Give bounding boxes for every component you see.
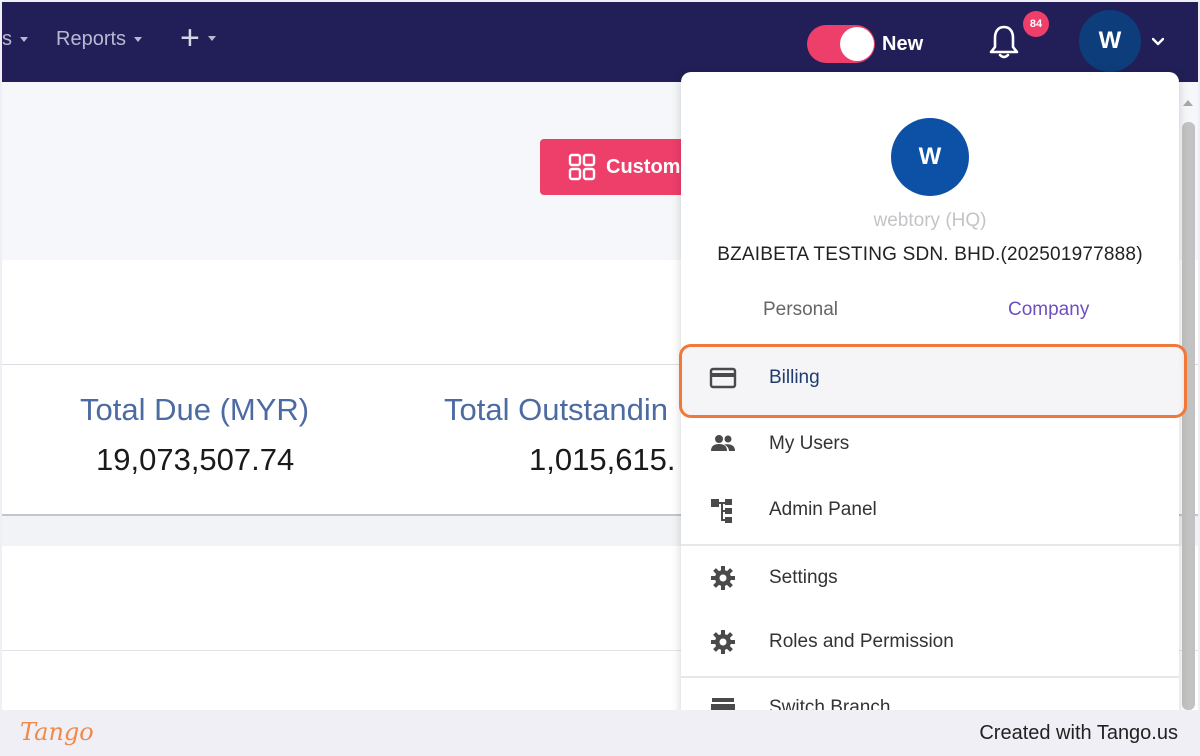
total-due-value: 19,073,507.74 bbox=[96, 442, 295, 477]
credit-card-icon bbox=[709, 367, 737, 389]
nav-item-partial-label: s bbox=[2, 28, 12, 50]
caret-down-icon bbox=[134, 37, 143, 42]
company-name: BZAIBETA TESTING SDN. BHD.(202501977888) bbox=[717, 244, 1143, 265]
gear-icon bbox=[711, 630, 735, 654]
toggle-knob bbox=[840, 27, 874, 61]
menu-item-billing[interactable]: Billing bbox=[681, 346, 1179, 410]
menu-item-label: Settings bbox=[769, 567, 838, 588]
dropdown-avatar: W bbox=[891, 118, 969, 196]
users-icon bbox=[711, 435, 735, 451]
menu-item-label: Switch Branch bbox=[769, 697, 891, 710]
plus-icon: + bbox=[180, 19, 200, 57]
total-due-label: Total Due (MYR) bbox=[80, 392, 310, 427]
top-navbar: s Reports + New 84 W bbox=[2, 2, 1198, 82]
gear-icon bbox=[711, 566, 735, 590]
menu-item-switch-branch[interactable]: Switch Branch bbox=[681, 676, 1179, 710]
nav-item-partial[interactable]: s bbox=[2, 28, 28, 51]
menu-item-my-users[interactable]: My Users bbox=[681, 412, 1179, 476]
footer-credit: Created with Tango.us bbox=[979, 722, 1178, 744]
tab-personal[interactable]: Personal bbox=[763, 299, 838, 321]
scroll-up-arrow-icon[interactable] bbox=[1180, 92, 1196, 112]
tango-logo: Tango bbox=[20, 718, 94, 746]
store-icon bbox=[711, 698, 735, 710]
grid-icon bbox=[568, 153, 596, 181]
branch-name: webtory (HQ) bbox=[873, 210, 987, 231]
scrollbar-thumb[interactable] bbox=[1182, 122, 1195, 710]
menu-item-label: Admin Panel bbox=[769, 499, 877, 520]
nav-reports[interactable]: Reports bbox=[56, 28, 143, 51]
caret-down-icon bbox=[20, 37, 28, 42]
menu-item-admin-panel[interactable]: Admin Panel bbox=[681, 478, 1179, 542]
app-frame: s Reports + New 84 W Custom Total Due (M… bbox=[2, 2, 1198, 710]
menu-item-roles-permission[interactable]: Roles and Permission bbox=[681, 610, 1179, 674]
menu-item-label: My Users bbox=[769, 433, 850, 454]
menu-item-settings[interactable]: Settings bbox=[681, 546, 1179, 610]
tab-company[interactable]: Company bbox=[1008, 299, 1089, 321]
menu-item-label: Billing bbox=[769, 367, 820, 388]
nav-reports-label: Reports bbox=[56, 28, 127, 50]
notification-badge: 84 bbox=[1023, 11, 1049, 37]
toggle-label: New bbox=[882, 33, 924, 55]
chevron-down-icon[interactable] bbox=[1152, 36, 1164, 48]
total-outstanding-label: Total Outstandin bbox=[444, 392, 669, 427]
customize-label: Custom bbox=[606, 155, 681, 178]
new-ui-toggle[interactable] bbox=[807, 25, 875, 63]
hierarchy-icon bbox=[711, 499, 732, 523]
caret-down-icon bbox=[207, 35, 216, 41]
nav-add[interactable]: + bbox=[180, 19, 216, 57]
total-outstanding-value: 1,015,615. bbox=[529, 442, 676, 477]
menu-item-label: Roles and Permission bbox=[769, 631, 954, 652]
bell-icon[interactable] bbox=[988, 24, 1020, 60]
user-avatar[interactable]: W bbox=[1079, 10, 1141, 72]
